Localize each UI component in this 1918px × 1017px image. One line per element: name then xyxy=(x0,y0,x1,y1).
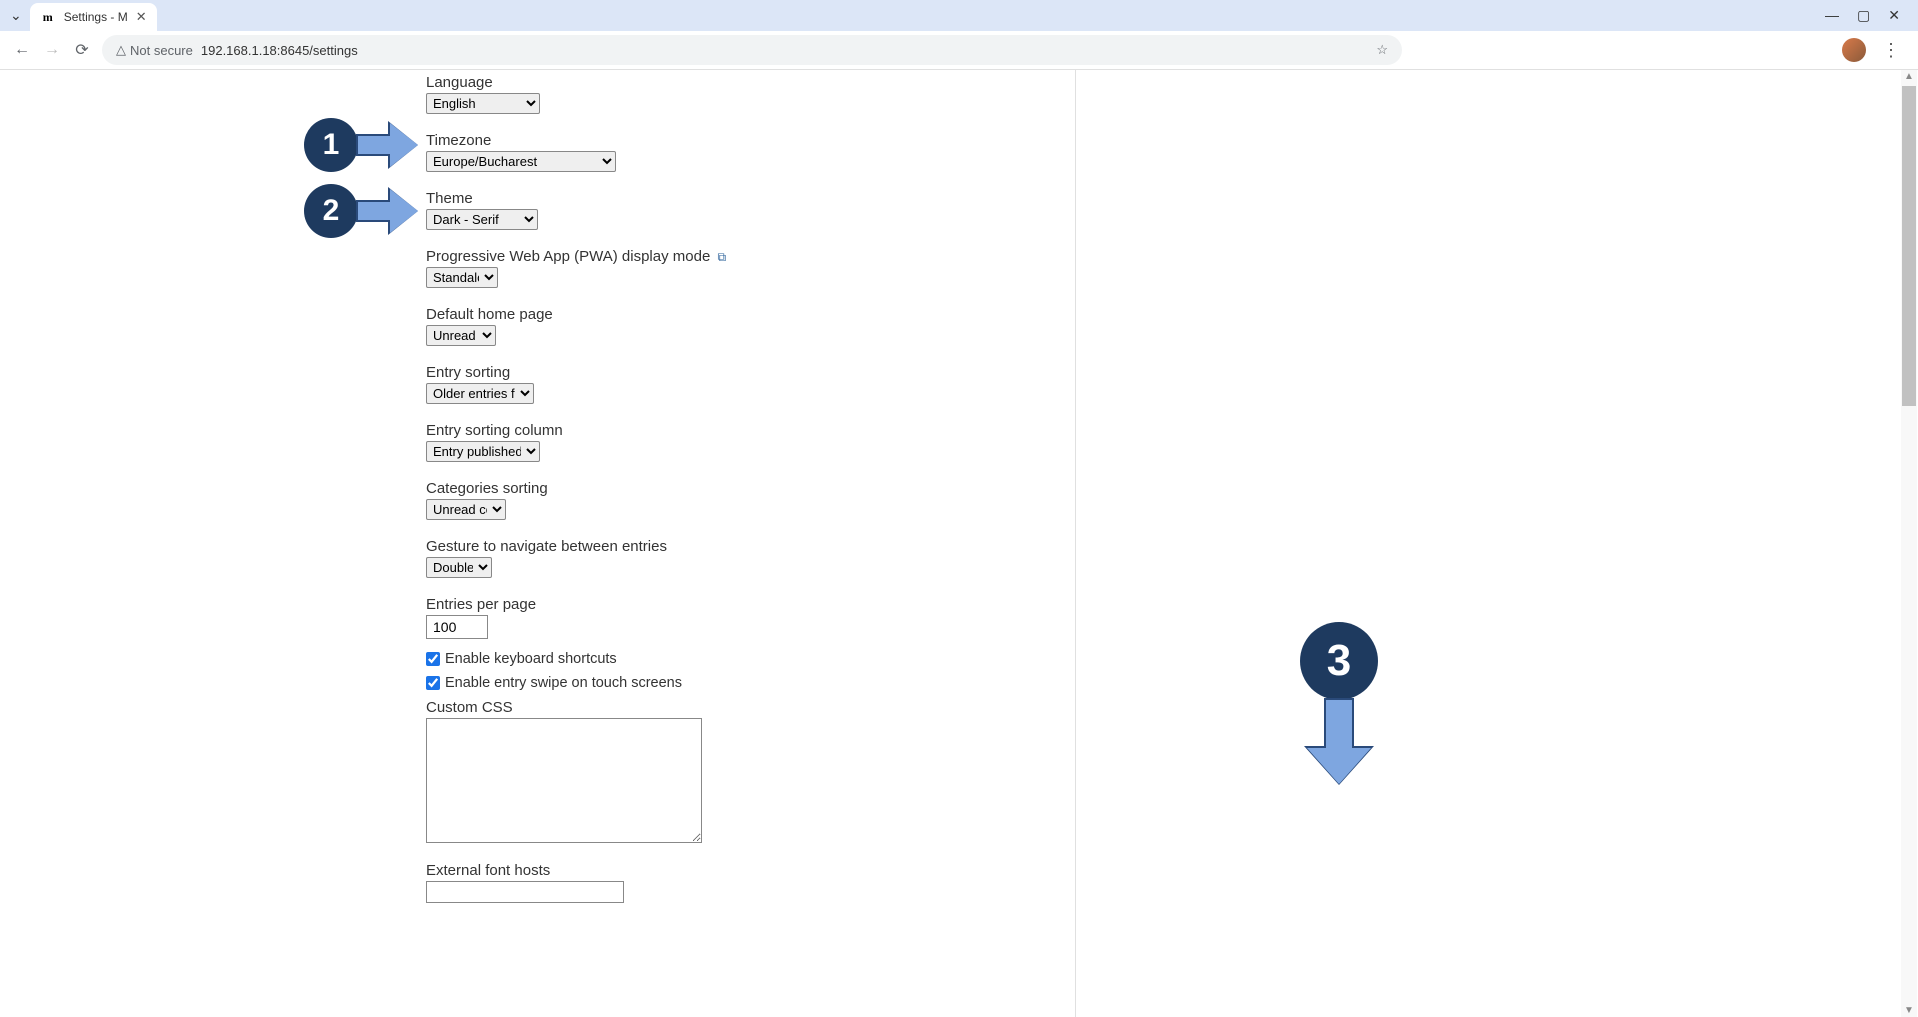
keyboard-shortcuts-label[interactable]: Enable keyboard shortcuts xyxy=(445,651,617,667)
site-favicon: m xyxy=(40,9,56,25)
theme-select[interactable]: Dark - Serif xyxy=(426,209,538,230)
annotation-3-arrow-icon xyxy=(1307,698,1371,784)
field-gesture: Gesture to navigate between entries Doub… xyxy=(426,538,1065,578)
timezone-select[interactable]: Europe/Bucharest xyxy=(426,151,616,172)
scrollbar-thumb[interactable] xyxy=(1902,86,1916,406)
page-content: Language English Timezone Europe/Buchare… xyxy=(0,70,1918,1017)
browser-menu-icon[interactable]: ⋮ xyxy=(1876,40,1906,61)
pwa-help-link[interactable]: ⧉ xyxy=(714,248,726,265)
bookmark-star-icon[interactable]: ☆ xyxy=(1376,42,1388,58)
pwa-label: Progressive Web App (PWA) display mode ⧉ xyxy=(426,248,1065,265)
annotation-1-arrow-icon xyxy=(356,123,418,167)
entry-swipe-label[interactable]: Enable entry swipe on touch screens xyxy=(445,675,682,691)
security-status[interactable]: △ Not secure xyxy=(116,42,193,58)
scrollbar-up-arrow-icon[interactable]: ▲ xyxy=(1904,71,1914,82)
tabs-dropdown-icon[interactable]: ⌄ xyxy=(10,7,22,24)
field-custom-css: Custom CSS xyxy=(426,699,1065,848)
language-select[interactable]: English xyxy=(426,93,540,114)
language-label: Language xyxy=(426,74,1065,91)
annotation-2-badge: 2 xyxy=(304,184,358,238)
window-minimize-icon[interactable]: — xyxy=(1825,7,1839,24)
categories-sorting-label: Categories sorting xyxy=(426,480,1065,497)
entry-sorting-column-select[interactable]: Entry published time xyxy=(426,441,540,462)
profile-avatar[interactable] xyxy=(1842,38,1866,62)
external-fonts-label: External font hosts xyxy=(426,862,1065,879)
field-entry-sorting: Entry sorting Older entries first xyxy=(426,364,1065,404)
vertical-scrollbar[interactable]: ▲ ▼ xyxy=(1901,70,1917,1017)
entry-swipe-checkbox[interactable] xyxy=(426,676,440,690)
scrollbar-down-arrow-icon[interactable]: ▼ xyxy=(1904,1005,1914,1016)
window-maximize-icon[interactable]: ▢ xyxy=(1857,7,1870,24)
field-pwa: Progressive Web App (PWA) display mode ⧉… xyxy=(426,248,1065,288)
security-label: Not secure xyxy=(130,43,193,58)
theme-label: Theme xyxy=(426,190,1065,207)
field-homepage: Default home page Unread xyxy=(426,306,1065,346)
window-controls: — ▢ ✕ xyxy=(1825,7,1918,24)
gesture-select[interactable]: Double tap xyxy=(426,557,492,578)
annotation-1-badge: 1 xyxy=(304,118,358,172)
custom-css-textarea[interactable] xyxy=(426,718,702,843)
warning-icon: △ xyxy=(116,42,126,58)
annotation-2: 2 xyxy=(304,184,418,238)
entries-per-page-input[interactable] xyxy=(426,615,488,639)
keyboard-shortcuts-checkbox[interactable] xyxy=(426,652,440,666)
browser-toolbar: ← → ⟳ △ Not secure 192.168.1.18:8645/set… xyxy=(0,31,1918,69)
nav-forward-icon[interactable]: → xyxy=(42,41,62,59)
nav-reload-icon[interactable]: ⟳ xyxy=(72,40,92,60)
field-keyboard-shortcuts: Enable keyboard shortcuts xyxy=(426,651,1065,667)
field-external-fonts: External font hosts xyxy=(426,862,1065,903)
settings-form: Language English Timezone Europe/Buchare… xyxy=(426,70,1076,1017)
field-timezone: Timezone Europe/Bucharest xyxy=(426,132,1065,172)
nav-back-icon[interactable]: ← xyxy=(12,41,32,59)
window-close-icon[interactable]: ✕ xyxy=(1888,7,1900,24)
homepage-label: Default home page xyxy=(426,306,1065,323)
annotation-1: 1 xyxy=(304,118,418,172)
homepage-select[interactable]: Unread xyxy=(426,325,496,346)
entry-sorting-select[interactable]: Older entries first xyxy=(426,383,534,404)
entry-sorting-column-label: Entry sorting column xyxy=(426,422,1065,439)
field-entries-per-page: Entries per page xyxy=(426,596,1065,639)
browser-tab-bar: ⌄ m Settings - M ✕ — ▢ ✕ xyxy=(0,0,1918,31)
field-entry-swipe: Enable entry swipe on touch screens xyxy=(426,675,1065,691)
external-link-icon: ⧉ xyxy=(717,250,726,264)
tab-title: Settings - M xyxy=(64,10,128,24)
field-entry-sorting-column: Entry sorting column Entry published tim… xyxy=(426,422,1065,462)
entries-per-page-label: Entries per page xyxy=(426,596,1065,613)
annotation-3: 3 xyxy=(1300,622,1378,784)
field-categories-sorting: Categories sorting Unread count xyxy=(426,480,1065,520)
categories-sorting-select[interactable]: Unread count xyxy=(426,499,506,520)
pwa-select[interactable]: Standalone xyxy=(426,267,498,288)
tab-close-icon[interactable]: ✕ xyxy=(136,9,147,25)
external-fonts-input[interactable] xyxy=(426,881,624,903)
pwa-label-text: Progressive Web App (PWA) display mode xyxy=(426,248,710,265)
custom-css-label: Custom CSS xyxy=(426,699,1065,716)
annotation-2-arrow-icon xyxy=(356,189,418,233)
field-theme: Theme Dark - Serif xyxy=(426,190,1065,230)
field-language: Language English xyxy=(426,74,1065,114)
browser-tab[interactable]: m Settings - M ✕ xyxy=(30,3,157,31)
annotation-3-badge: 3 xyxy=(1300,622,1378,700)
entry-sorting-label: Entry sorting xyxy=(426,364,1065,381)
address-bar[interactable]: △ Not secure 192.168.1.18:8645/settings … xyxy=(102,35,1402,65)
url-text: 192.168.1.18:8645/settings xyxy=(201,43,358,58)
timezone-label: Timezone xyxy=(426,132,1065,149)
gesture-label: Gesture to navigate between entries xyxy=(426,538,1065,555)
